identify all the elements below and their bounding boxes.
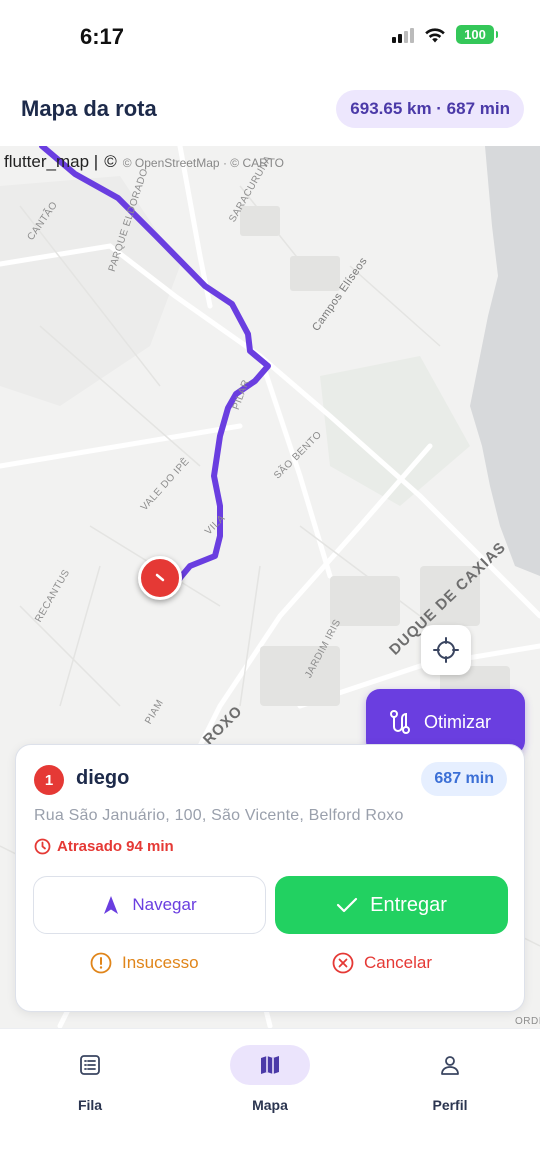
locate-me-button[interactable]: [421, 625, 471, 675]
late-status: Atrasado 94 min: [34, 838, 174, 855]
map-label-ordi: ORDI: [515, 1016, 540, 1027]
stop-eta-badge: 687 min: [421, 762, 507, 796]
stop-marker[interactable]: [138, 556, 182, 600]
bottom-navigation: Fila Mapa Perfil: [0, 1028, 540, 1171]
page-title: Mapa da rota: [21, 96, 157, 121]
status-bar: 6:17 100: [0, 0, 540, 72]
battery-indicator: 100: [456, 25, 498, 44]
close-circle-icon: [332, 952, 354, 974]
clock-icon: [34, 838, 51, 855]
navigate-button[interactable]: Navegar: [33, 876, 266, 934]
cancel-label: Cancelar: [364, 953, 433, 972]
stop-detail-card: 1 diego 687 min Rua São Januário, 100, S…: [15, 744, 525, 1012]
cellular-signal-icon: [392, 27, 414, 43]
status-time: 6:17: [80, 24, 125, 49]
person-icon: [441, 1056, 459, 1075]
stop-number-badge: 1: [34, 765, 64, 795]
nav-label-perfil: Perfil: [432, 1097, 468, 1113]
stop-address: Rua São Januário, 100, São Vicente, Belf…: [34, 807, 404, 824]
nav-icon-container: [230, 1045, 310, 1085]
nav-tab-perfil[interactable]: Perfil: [405, 1045, 495, 1113]
cancel-button[interactable]: Cancelar: [332, 952, 432, 974]
route-summary-badge: 693.65 km · 687 min: [336, 90, 524, 128]
deliver-label: Entregar: [370, 893, 447, 916]
crosshair-icon: [433, 637, 459, 663]
failure-button[interactable]: Insucesso: [90, 952, 199, 974]
map-icon: [261, 1056, 279, 1074]
nav-icon-container: [50, 1045, 130, 1085]
wifi-icon: [425, 27, 445, 42]
attribution-lib: flutter_map |: [4, 152, 99, 171]
app-header: Mapa da rota 693.65 km · 687 min: [0, 72, 540, 146]
navigate-label: Navegar: [132, 895, 197, 914]
deliver-button[interactable]: Entregar: [275, 876, 508, 934]
nav-tab-mapa[interactable]: Mapa: [225, 1045, 315, 1113]
failure-label: Insucesso: [122, 953, 199, 972]
list-icon: [80, 1055, 100, 1075]
nav-label-fila: Fila: [77, 1097, 103, 1113]
status-icons: 100: [392, 25, 498, 44]
nav-icon-container: [410, 1045, 490, 1085]
copyright-icon: ©: [104, 152, 117, 171]
alert-circle-icon: [90, 952, 112, 974]
late-text: Atrasado 94 min: [57, 838, 174, 855]
route-icon: [390, 710, 410, 734]
nav-tab-fila[interactable]: Fila: [45, 1045, 135, 1113]
stop-customer-name: diego: [76, 767, 130, 789]
marker-direction-icon: [155, 573, 165, 582]
check-icon: [337, 897, 358, 913]
optimize-label: Otimizar: [424, 711, 491, 732]
navigation-arrow-icon: [104, 896, 119, 914]
nav-label-mapa: Mapa: [252, 1097, 288, 1113]
